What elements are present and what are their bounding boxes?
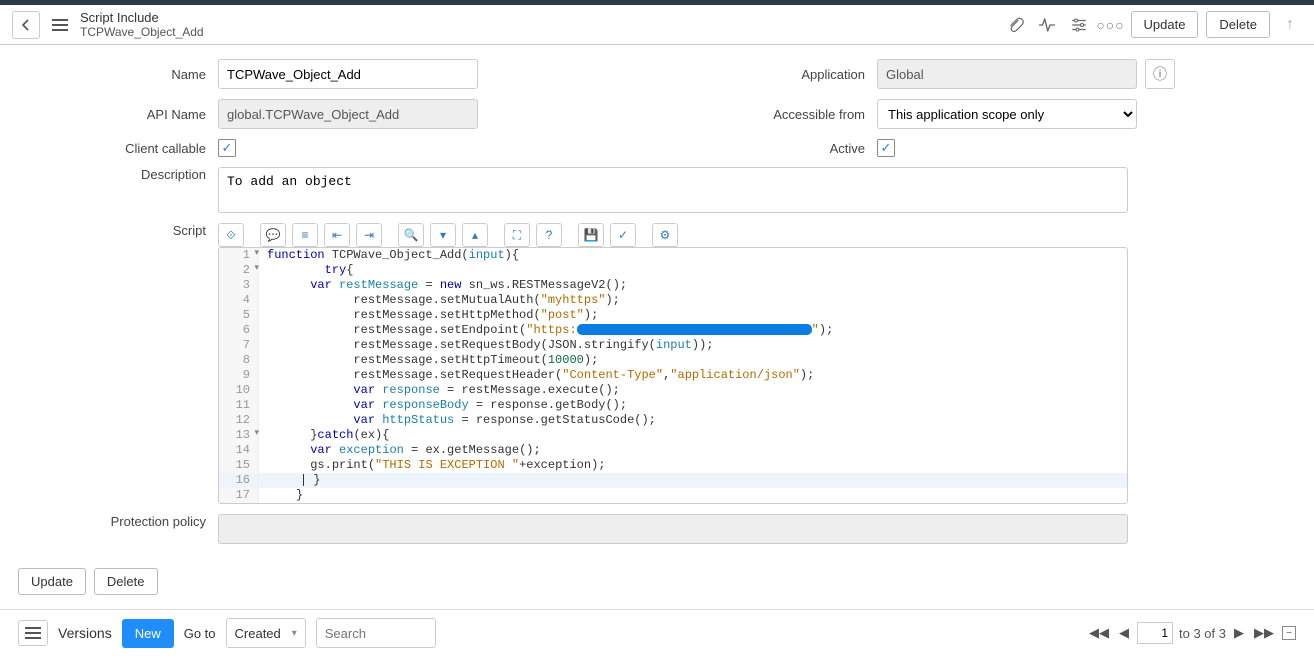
update-button-bottom[interactable]: Update — [18, 568, 86, 595]
context-menu-button[interactable] — [48, 15, 72, 35]
application-info-button[interactable]: ⓘ — [1145, 59, 1175, 89]
active-label: Active — [677, 141, 877, 156]
more-actions-button[interactable]: ○○○ — [1099, 13, 1123, 37]
client-callable-checkbox[interactable]: ✓ — [218, 139, 236, 157]
activity-icon[interactable] — [1035, 13, 1059, 37]
page-info-label: to 3 of 3 — [1179, 626, 1226, 641]
settings-sliders-icon[interactable] — [1067, 13, 1091, 37]
script-action-icon[interactable]: ⟐ — [218, 223, 244, 247]
delete-button-bottom[interactable]: Delete — [94, 568, 158, 595]
goto-label: Go to — [184, 626, 216, 641]
comment-icon[interactable]: 💬 — [260, 223, 286, 247]
update-button[interactable]: Update — [1131, 11, 1199, 38]
search-icon[interactable]: 🔍 — [398, 223, 424, 247]
save-icon[interactable]: 💾 — [578, 223, 604, 247]
debug-icon[interactable]: ⚙ — [652, 223, 678, 247]
protection-policy-label: Protection policy — [18, 514, 218, 544]
scroll-up-icon[interactable]: ↑ — [1278, 13, 1302, 37]
accessible-from-select[interactable]: This application scope only — [877, 99, 1137, 129]
versions-tab-label[interactable]: Versions — [58, 625, 112, 641]
search-input[interactable] — [316, 618, 436, 648]
header-title-block: Script Include TCPWave_Object_Add — [80, 10, 204, 39]
indent-right-icon[interactable]: ⇥ — [356, 223, 382, 247]
syntax-check-icon[interactable]: ✓ — [610, 223, 636, 247]
accessible-from-label: Accessible from — [677, 107, 877, 122]
application-input — [877, 59, 1137, 89]
first-page-button[interactable]: ◀◀ — [1087, 625, 1111, 641]
name-input[interactable] — [218, 59, 478, 89]
collapse-icon[interactable]: − — [1282, 626, 1296, 640]
chevron-up-icon[interactable]: ▴ — [462, 223, 488, 247]
new-button[interactable]: New — [122, 619, 174, 648]
indent-left-icon[interactable]: ⇤ — [324, 223, 350, 247]
script-label: Script — [18, 223, 218, 504]
goto-field-select[interactable]: Created — [226, 618, 306, 648]
active-checkbox[interactable]: ✓ — [877, 139, 895, 157]
help-icon[interactable]: ? — [536, 223, 562, 247]
last-page-button[interactable]: ▶▶ — [1252, 625, 1276, 641]
description-label: Description — [18, 167, 218, 213]
script-toolbar: ⟐ 💬 ≡ ⇤ ⇥ 🔍 ▾ ▴ ⛶ ? 💾 ✓ ⚙ — [218, 223, 1128, 247]
application-label: Application — [677, 67, 877, 82]
protection-policy-input[interactable] — [218, 514, 1128, 544]
attachment-icon[interactable] — [1003, 13, 1027, 37]
chevron-down-icon[interactable]: ▾ — [430, 223, 456, 247]
api-name-input — [218, 99, 478, 129]
list-context-menu-button[interactable] — [18, 620, 48, 646]
prev-page-button[interactable]: ◀ — [1117, 625, 1131, 641]
fullscreen-icon[interactable]: ⛶ — [504, 223, 530, 247]
pagination: ◀◀ ◀ to 3 of 3 ▶ ▶▶ − — [1087, 622, 1296, 644]
name-label: Name — [18, 67, 218, 82]
format-icon[interactable]: ≡ — [292, 223, 318, 247]
next-page-button[interactable]: ▶ — [1232, 625, 1246, 641]
redacted-url — [577, 324, 812, 335]
description-textarea[interactable]: To add an object — [218, 167, 1128, 213]
record-type-label: Script Include — [80, 10, 204, 25]
delete-button[interactable]: Delete — [1206, 11, 1270, 38]
form-header: Script Include TCPWave_Object_Add ○○○ Up… — [0, 5, 1314, 45]
page-number-input[interactable] — [1137, 622, 1173, 644]
script-code-editor[interactable]: 1▾function TCPWave_Object_Add(input){ 2▾… — [218, 247, 1128, 504]
api-name-label: API Name — [18, 107, 218, 122]
client-callable-label: Client callable — [18, 141, 218, 156]
record-name-label: TCPWave_Object_Add — [80, 25, 204, 39]
back-button[interactable] — [12, 11, 40, 39]
related-list-footer: Versions New Go to Created ◀◀ ◀ to 3 of … — [0, 609, 1314, 656]
